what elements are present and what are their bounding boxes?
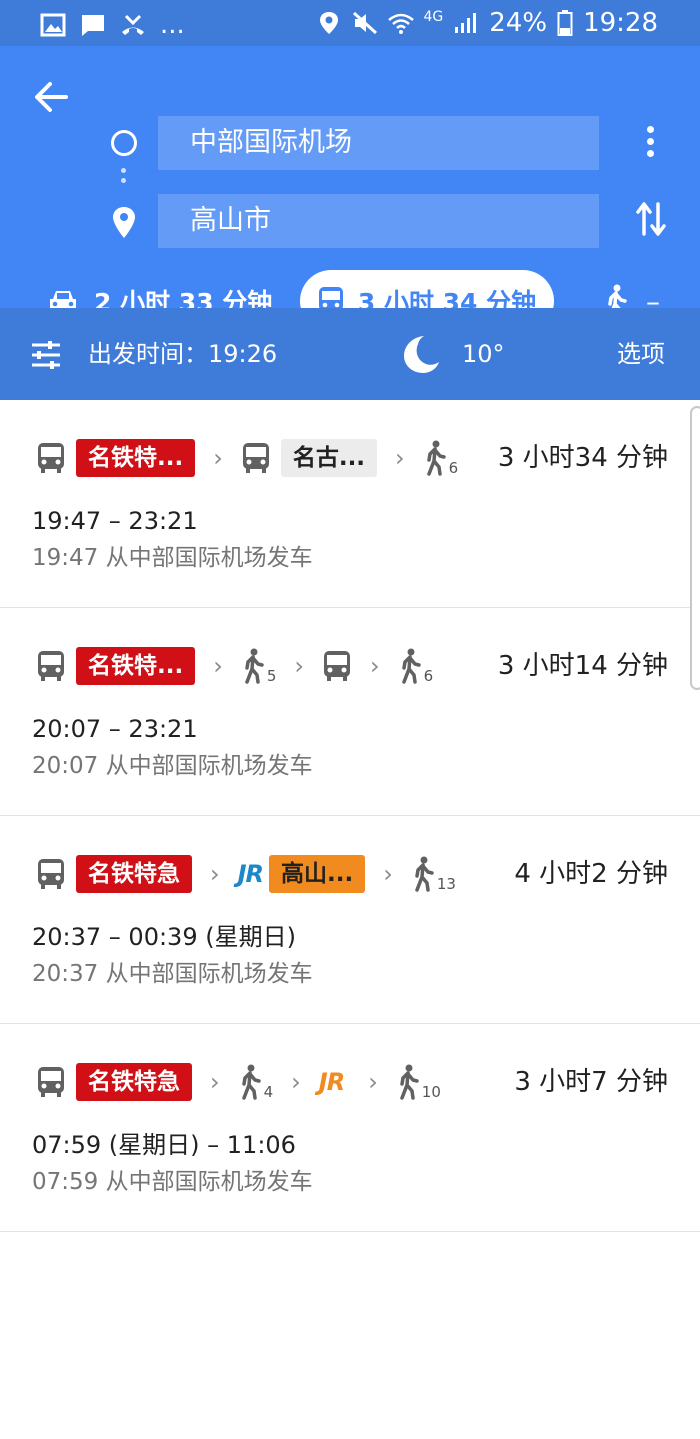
walk-icon (401, 648, 421, 684)
back-arrow-icon[interactable] (32, 78, 70, 116)
route-time-range: 19:47 – 23:21 (32, 507, 198, 535)
route-item[interactable]: 名铁特... › 5 › › 6 3 小时14 分钟 20:07 – 23:21… (0, 608, 700, 816)
gallery-icon (40, 13, 66, 37)
missed-call-icon (122, 14, 144, 35)
route-dots-icon (121, 168, 127, 194)
walk-minutes: 10 (421, 1083, 441, 1101)
filter-sliders-icon[interactable] (30, 340, 62, 370)
route-steps: 名铁特急 › 4 › JR › 10 (36, 1062, 441, 1102)
depart-time-label[interactable]: 出发时间：19:26 (88, 338, 277, 370)
jr-logo: JR (237, 860, 264, 888)
chevron-right-icon: › (294, 652, 304, 680)
walk-step: 4 (238, 1064, 274, 1101)
route-duration: 3 小时34 分钟 (497, 443, 668, 473)
walk-minutes: 6 (448, 459, 459, 477)
walk-minutes: 5 (266, 667, 277, 685)
route-depart-note: 19:47 从中部国际机场发车 (32, 545, 313, 571)
jr-logo: JR (318, 1068, 345, 1096)
walk-step: 6 (398, 648, 434, 685)
more-options-icon[interactable] (640, 126, 660, 162)
moon-icon (404, 336, 439, 373)
chevron-right-icon: › (291, 1068, 301, 1096)
route-duration: 3 小时7 分钟 (514, 1067, 668, 1097)
chevron-right-icon: › (395, 444, 405, 472)
chevron-right-icon: › (210, 860, 220, 888)
battery-percent: 24% (489, 8, 548, 38)
route-item[interactable]: 名铁特... › 名古... › 6 3 小时34 分钟 19:47 – 23:… (0, 400, 700, 608)
walk-step: 5 (241, 648, 277, 685)
route-item[interactable]: 名铁特急 › 4 › JR › 10 3 小时7 分钟 07:59 (星期日) … (0, 1024, 700, 1232)
route-item[interactable]: 名铁特急 › JR 高山... › 13 4 小时2 分钟 20:37 – 00… (0, 816, 700, 1024)
route-steps: 名铁特急 › JR 高山... › 13 (36, 854, 456, 894)
meitetsu-line-chip: 名铁特... (76, 647, 196, 685)
chevron-right-icon: › (213, 444, 223, 472)
route-steps: 名铁特... › 名古... › 6 (36, 438, 458, 478)
chevron-right-icon: › (383, 860, 393, 888)
route-duration: 3 小时14 分钟 (497, 651, 668, 681)
origin-field[interactable]: 中部国际机场 (158, 116, 599, 170)
chevron-right-icon: › (213, 652, 223, 680)
walk-icon (400, 1064, 419, 1100)
status-overflow: ... (160, 10, 185, 40)
walk-step: 6 (423, 440, 459, 477)
status-right: 4G 24% 19:28 (316, 6, 658, 40)
temperature-label: 10° (462, 340, 505, 368)
walk-minutes: 4 (263, 1083, 274, 1101)
route-time-range: 20:37 – 00:39 (星期日) (32, 923, 296, 951)
route-steps: 名铁特... › 5 › › 6 (36, 646, 433, 686)
network-type: 4G (423, 9, 444, 25)
bus-icon (38, 651, 64, 681)
meitetsu-line-chip: 名铁特急 (76, 1063, 192, 1101)
meitetsu-line-chip: 名铁特... (76, 439, 196, 477)
bus-icon (38, 859, 64, 889)
bus-icon (323, 651, 350, 681)
bus-icon (38, 443, 64, 473)
options-bar: 出发时间：19:26 10° 选项 (0, 308, 700, 400)
directions-header: 中部国际机场 高山市 2 小时 33 分钟 3 小时 34 分钟 – (0, 46, 700, 332)
walk-icon (241, 1064, 261, 1100)
route-time-range: 07:59 (星期日) – 11:06 (32, 1131, 296, 1159)
chevron-right-icon: › (210, 1068, 220, 1096)
route-time-range: 20:07 – 23:21 (32, 715, 198, 743)
origin-circle-icon (111, 130, 137, 156)
mute-icon (352, 11, 377, 35)
status-bar: ... 4G 24% 19:28 (0, 0, 700, 46)
status-left: ... (40, 8, 185, 42)
signal-icon (455, 13, 477, 33)
walk-minutes: 13 (436, 875, 456, 893)
walk-icon (426, 440, 446, 476)
chevron-right-icon: › (368, 1068, 378, 1096)
chevron-right-icon: › (369, 652, 380, 680)
bus-line-chip: 名古... (280, 439, 378, 477)
walk-step: 10 (396, 1064, 441, 1100)
route-list: 名铁特... › 名古... › 6 3 小时34 分钟 19:47 – 23:… (0, 400, 700, 1232)
scroll-handle[interactable] (690, 406, 700, 690)
wifi-icon (387, 13, 414, 34)
jr-line-chip: 高山... (269, 855, 366, 893)
walk-icon (245, 648, 264, 684)
destination-pin-icon (113, 207, 135, 238)
route-duration: 4 小时2 分钟 (514, 859, 668, 889)
destination-field[interactable]: 高山市 (158, 194, 599, 248)
message-icon (82, 15, 104, 36)
swap-icon[interactable] (635, 200, 667, 238)
bus-icon (242, 443, 269, 473)
status-time: 19:28 (583, 8, 658, 38)
bus-icon (38, 1067, 64, 1097)
meitetsu-line-chip: 名铁特急 (76, 855, 192, 893)
route-depart-note: 07:59 从中部国际机场发车 (32, 1169, 313, 1195)
location-icon (319, 12, 338, 34)
battery-icon (557, 10, 573, 36)
route-depart-note: 20:37 从中部国际机场发车 (32, 961, 313, 987)
walk-step: 13 (411, 856, 456, 892)
walk-minutes: 6 (423, 667, 434, 685)
options-button[interactable]: 选项 (617, 338, 665, 370)
walk-icon (415, 856, 434, 892)
route-depart-note: 20:07 从中部国际机场发车 (32, 753, 313, 779)
